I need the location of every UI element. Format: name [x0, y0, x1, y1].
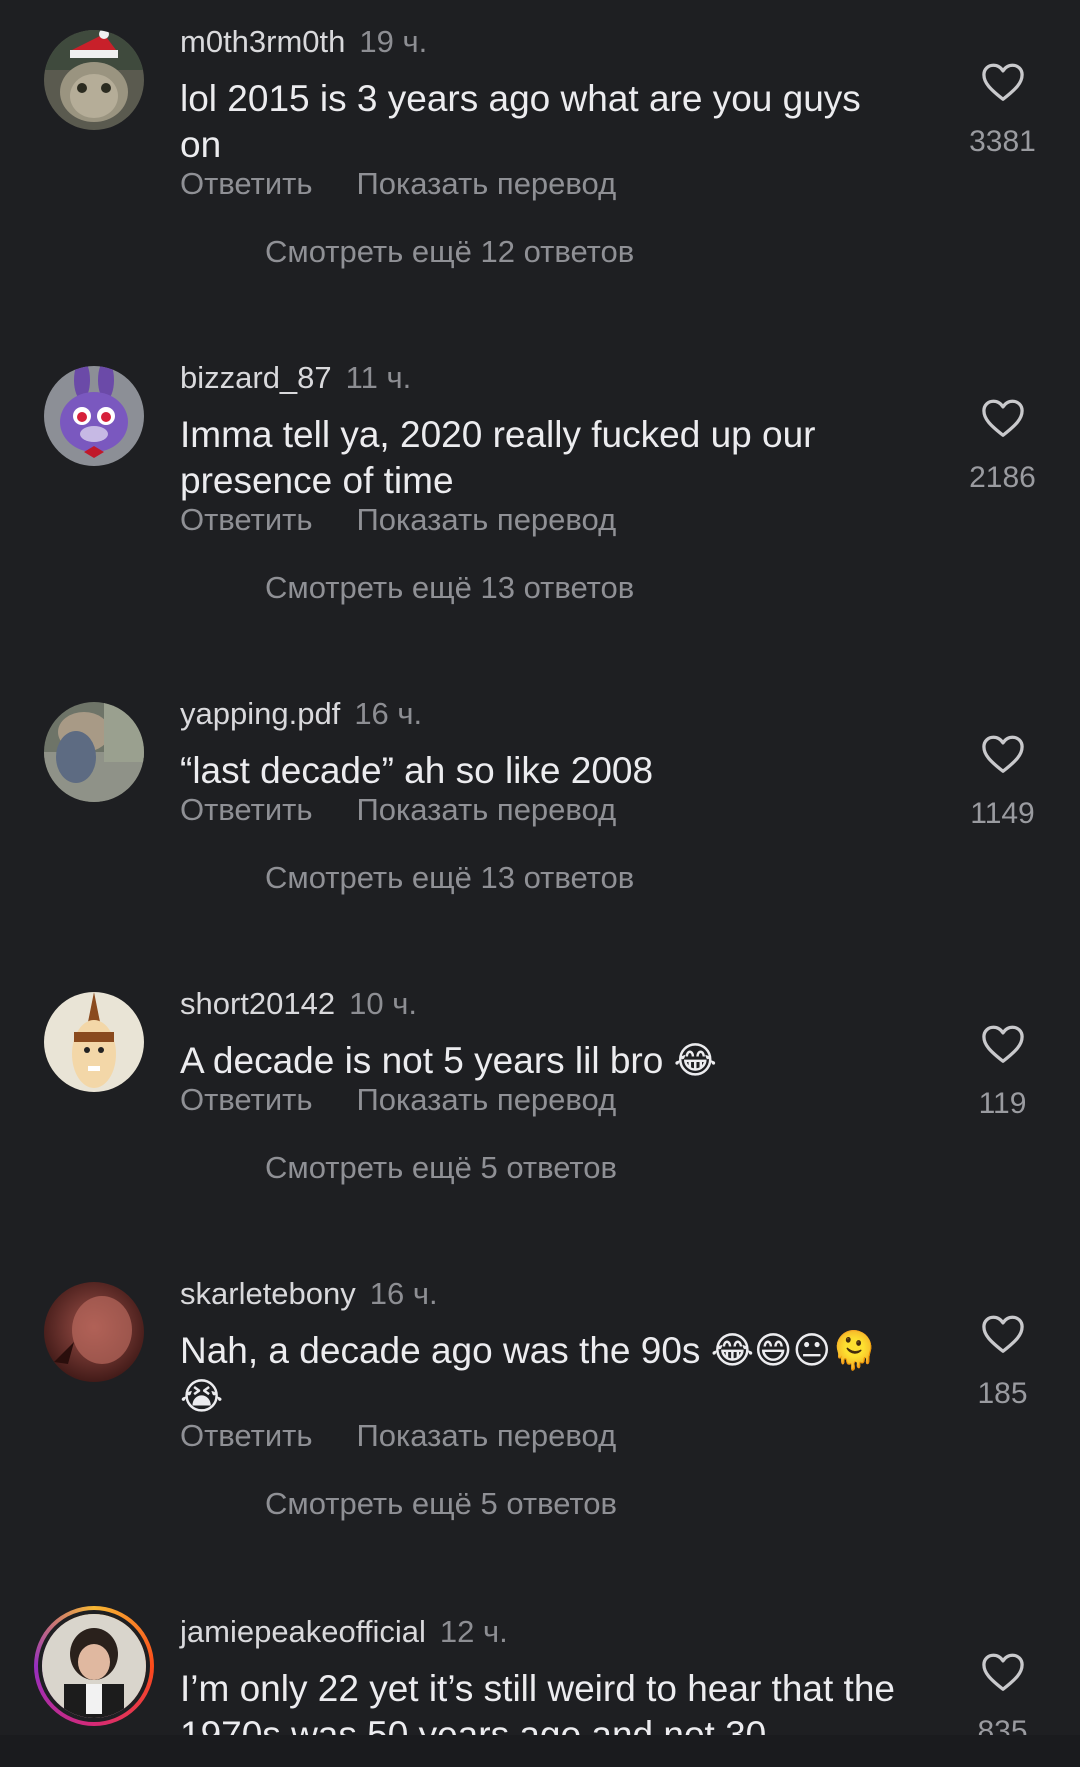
view-more-replies-button[interactable]: Смотреть ещё 5 ответов	[265, 1484, 617, 1524]
like-control: 119	[940, 1024, 1065, 1122]
comment-text: Nah, a decade ago was the 90s 😂😄😐🫠😭	[180, 1330, 878, 1417]
comment-header: skarletebony 16 ч.	[180, 1274, 438, 1314]
like-count: 185	[977, 1377, 1028, 1410]
avatar[interactable]	[44, 1282, 144, 1382]
reply-button[interactable]: Ответить	[180, 1416, 313, 1456]
reply-button[interactable]: Ответить	[180, 500, 313, 540]
comment-text: “last decade” ah so like 2008	[180, 750, 654, 791]
comment-actions: Ответить Показать перевод	[180, 790, 616, 830]
comment-header: m0th3rm0th 19 ч.	[180, 22, 427, 62]
comment-header: bizzard_87 11 ч.	[180, 358, 411, 398]
show-translation-button[interactable]: Показать перевод	[357, 790, 617, 830]
heart-outline-icon[interactable]	[981, 62, 1025, 102]
like-control: 185	[940, 1314, 1065, 1412]
like-control: 3381	[940, 62, 1065, 160]
heart-outline-icon[interactable]	[981, 1024, 1025, 1064]
comment-text: lol 2015 is 3 years ago what are you guy…	[180, 78, 861, 165]
like-control: 835	[940, 1652, 1065, 1735]
timestamp: 11 ч.	[345, 360, 412, 395]
like-count: 835	[977, 1715, 1028, 1735]
view-more-replies-button[interactable]: Смотреть ещё 12 ответов	[265, 232, 634, 272]
avatar[interactable]	[44, 30, 144, 130]
show-translation-button[interactable]: Показать перевод	[357, 164, 617, 204]
comment-actions: Ответить Показать перевод	[180, 1416, 616, 1456]
like-count: 119	[978, 1087, 1027, 1120]
view-more-replies-button[interactable]: Смотреть ещё 5 ответов	[265, 1148, 617, 1188]
like-control: 2186	[940, 398, 1065, 496]
username[interactable]: short20142	[180, 986, 335, 1021]
reply-button[interactable]: Ответить	[180, 1080, 313, 1120]
timestamp: 16 ч.	[354, 696, 423, 731]
avatar[interactable]	[34, 1606, 154, 1726]
comment-text: Imma tell ya, 2020 really fucked up our …	[180, 414, 816, 501]
reply-button[interactable]: Ответить	[180, 164, 313, 204]
comment-actions: Ответить Показать перевод	[180, 164, 616, 204]
comment-text: I’m only 22 yet it’s still weird to hear…	[180, 1668, 895, 1735]
show-translation-button[interactable]: Показать перевод	[357, 500, 617, 540]
like-count: 1149	[970, 797, 1035, 830]
heart-outline-icon[interactable]	[981, 1652, 1025, 1692]
bottom-bar	[0, 1735, 1080, 1767]
comment-text: A decade is not 5 years lil bro 😂	[180, 1040, 717, 1081]
heart-outline-icon[interactable]	[981, 398, 1025, 438]
avatar[interactable]	[44, 366, 144, 466]
avatar[interactable]	[44, 702, 144, 802]
username[interactable]: m0th3rm0th	[180, 24, 345, 59]
reply-button[interactable]: Ответить	[180, 790, 313, 830]
comment-actions: Ответить Показать перевод	[180, 500, 616, 540]
heart-outline-icon[interactable]	[981, 734, 1025, 774]
comment-actions: Ответить Показать перевод	[180, 1080, 616, 1120]
heart-outline-icon[interactable]	[981, 1314, 1025, 1354]
like-control: 1149	[940, 734, 1065, 832]
username[interactable]: bizzard_87	[180, 360, 332, 395]
comment-header: yapping.pdf 16 ч.	[180, 694, 422, 734]
show-translation-button[interactable]: Показать перевод	[357, 1080, 617, 1120]
like-count: 3381	[969, 125, 1036, 158]
story-ring	[38, 1610, 150, 1722]
username[interactable]: jamiepeakeofficial	[180, 1614, 426, 1649]
view-more-replies-button[interactable]: Смотреть ещё 13 ответов	[265, 858, 634, 898]
view-more-replies-button[interactable]: Смотреть ещё 13 ответов	[265, 568, 634, 608]
comment-header: jamiepeakeofficial 12 ч.	[180, 1612, 508, 1652]
timestamp: 10 ч.	[349, 986, 417, 1021]
comment-header: short20142 10 ч.	[180, 984, 417, 1024]
avatar[interactable]	[44, 992, 144, 1092]
username[interactable]: yapping.pdf	[180, 696, 340, 731]
like-count: 2186	[969, 461, 1036, 494]
timestamp: 19 ч.	[359, 24, 428, 59]
timestamp: 16 ч.	[369, 1276, 438, 1311]
show-translation-button[interactable]: Показать перевод	[357, 1416, 617, 1456]
username[interactable]: skarletebony	[180, 1276, 356, 1311]
comments-list: m0th3rm0th 19 ч. lol 2015 is 3 years ago …	[0, 0, 1080, 1735]
timestamp: 12 ч.	[439, 1614, 508, 1649]
